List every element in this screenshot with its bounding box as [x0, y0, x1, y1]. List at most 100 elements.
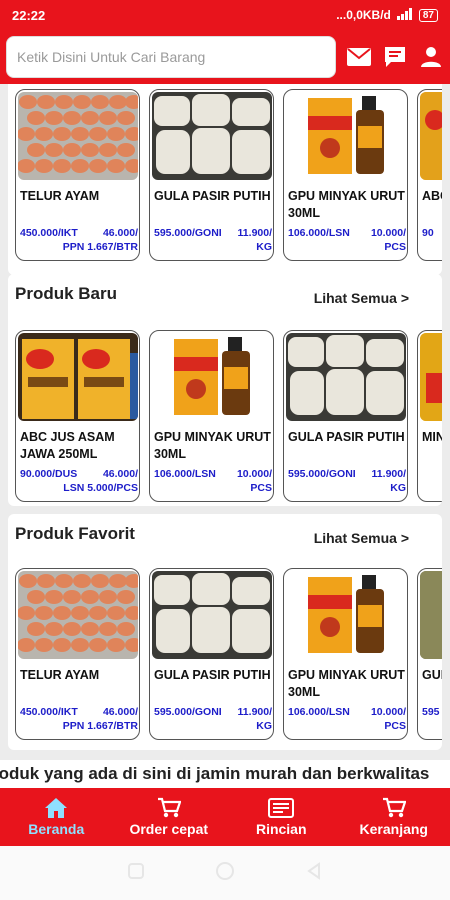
- product-image-gpu: [152, 333, 272, 421]
- product-image-eggs: [18, 571, 138, 659]
- system-navigation-bar: [0, 846, 450, 900]
- price-right: 11.900/: [237, 706, 272, 718]
- price-right: 10.000/: [370, 706, 406, 718]
- mail-icon[interactable]: [346, 44, 372, 70]
- nav-label: Order cepat: [129, 821, 209, 837]
- price-right: 46.000/: [102, 706, 138, 718]
- product-card[interactable]: GULA PASIR PUTIH 595.000/GONI 11.900/ KG: [149, 568, 274, 740]
- promo-marquee: roduk yang ada di sini di jamin murah da…: [0, 760, 450, 788]
- product-card[interactable]: GPU MINYAK URUT 30ML 106.000/LSN 10.000/ …: [283, 89, 408, 261]
- nav-order-cepat[interactable]: Order cepat: [113, 788, 226, 846]
- home-content[interactable]: TELUR AYAM 450.000/IKT 46.000/ PPN 1.667/…: [0, 84, 450, 788]
- product-card[interactable]: GPU MINYAK URUT 30ML 106.000/LSN 10.000/ …: [149, 330, 274, 502]
- home-icon: [45, 798, 68, 818]
- price-left: 595.000/GONI: [288, 468, 356, 480]
- cart-icon: [157, 797, 181, 818]
- product-name: GULA PASIR PUTIH: [154, 189, 271, 203]
- app-bar: [0, 30, 450, 84]
- product-row[interactable]: ABC JUS ASAM JAWA 250ML 90.000/DUS 46.000…: [15, 330, 442, 502]
- product-price: 90.000/DUS 46.000/ LSN 5.000/PCS: [20, 467, 138, 495]
- product-card[interactable]: ABC JAWA 90: [417, 89, 442, 261]
- product-name: TELUR AYAM: [20, 668, 100, 682]
- product-image-oil: [420, 333, 442, 421]
- price-left: 106.000/LSN: [154, 468, 216, 480]
- product-price: 106.000/LSN 10.000/ PCS: [154, 467, 272, 495]
- back-icon[interactable]: [304, 861, 324, 886]
- product-name: TELUR AYAM: [20, 189, 100, 203]
- product-card[interactable]: TELUR AYAM 450.000/IKT 46.000/ PPN 1.667/…: [15, 89, 140, 261]
- product-name: ABC JUS ASAM JAWA 250ML: [20, 430, 115, 461]
- price-left: 595.000/GONI: [154, 706, 222, 718]
- product-card[interactable]: MIN: [417, 330, 442, 502]
- home-button-icon[interactable]: [214, 860, 236, 887]
- product-image-sugar: [152, 92, 272, 180]
- price-line2: KG: [256, 720, 272, 732]
- section-header: Produk Favorit Lihat Semua >: [8, 514, 442, 560]
- section-top-products: TELUR AYAM 450.000/IKT 46.000/ PPN 1.667/…: [8, 84, 442, 275]
- product-card[interactable]: ABC JUS ASAM JAWA 250ML 90.000/DUS 46.000…: [15, 330, 140, 502]
- recents-icon[interactable]: [126, 861, 146, 886]
- product-name: GULA PASIR PUTIH: [288, 430, 405, 444]
- product-name: GULA PASIR PUTIH: [154, 668, 271, 682]
- see-all-link[interactable]: Lihat Semua >: [314, 290, 409, 306]
- section-title: Produk Favorit: [15, 524, 135, 543]
- price-left: 90.000/DUS: [20, 468, 78, 480]
- product-card[interactable]: TELUR AYAM 450.000/IKT 46.000/ PPN 1.667/…: [15, 568, 140, 740]
- price-left: 90: [422, 227, 434, 239]
- product-image-sack: [420, 571, 442, 659]
- price-line2: KG: [256, 241, 272, 253]
- signal-icon: [396, 7, 413, 23]
- section-title: Produk Baru: [15, 284, 118, 303]
- product-image-gpu: [286, 571, 406, 659]
- price-line2: PPN 1.667/BTR: [62, 720, 138, 732]
- receipt-icon: [268, 798, 295, 818]
- section-produk-baru: Produk Baru Lihat Semua > ABC JUS ASAM J…: [8, 274, 442, 506]
- product-card[interactable]: GULA PASIR PUTIH 595.000/GONI 11.900/ KG: [149, 89, 274, 261]
- price-line2: PCS: [384, 241, 406, 253]
- product-row[interactable]: TELUR AYAM 450.000/IKT 46.000/ PPN 1.667/…: [15, 568, 442, 740]
- price-line2: KG: [390, 482, 406, 494]
- product-row[interactable]: TELUR AYAM 450.000/IKT 46.000/ PPN 1.667/…: [15, 89, 442, 261]
- price-left: 106.000/LSN: [288, 706, 350, 718]
- nav-label: Keranjang: [359, 821, 428, 837]
- status-time: 22:22: [12, 7, 46, 23]
- nav-rincian[interactable]: Rincian: [225, 788, 338, 846]
- nav-beranda[interactable]: Beranda: [0, 788, 113, 846]
- price-right: 10.000/: [370, 227, 406, 239]
- see-all-link[interactable]: Lihat Semua >: [314, 530, 409, 546]
- product-name: MIN: [422, 430, 442, 444]
- product-price: 90: [422, 226, 442, 240]
- section-produk-favorit: Produk Favorit Lihat Semua > TELUR AYAM …: [8, 514, 442, 750]
- status-bar: 22:22 ...0,0KB/d 87: [0, 0, 450, 30]
- product-name: GPU MINYAK URUT 30ML: [288, 668, 405, 699]
- price-right: 10.000/: [236, 468, 272, 480]
- nav-label: Beranda: [28, 821, 85, 837]
- product-price: 595: [422, 705, 442, 719]
- price-right: 11.900/: [237, 227, 272, 239]
- basket-icon: [382, 797, 406, 818]
- product-image-abc: [420, 92, 442, 180]
- product-price: 106.000/LSN 10.000/ PCS: [288, 226, 406, 254]
- product-name: GUL KUI: [422, 668, 442, 682]
- price-line2: PPN 1.667/BTR: [62, 241, 138, 253]
- nav-label: Rincian: [255, 821, 307, 837]
- user-icon[interactable]: [418, 44, 444, 70]
- product-card[interactable]: GULA PASIR PUTIH 595.000/GONI 11.900/ KG: [283, 330, 408, 502]
- product-image-abc: [18, 333, 138, 421]
- nav-keranjang[interactable]: Keranjang: [338, 788, 450, 846]
- product-image-sugar: [286, 333, 406, 421]
- price-right: 46.000/: [102, 468, 138, 480]
- product-card[interactable]: GPU MINYAK URUT 30ML 106.000/LSN 10.000/ …: [283, 568, 408, 740]
- search-box[interactable]: [6, 36, 336, 78]
- section-header: Produk Baru Lihat Semua >: [8, 274, 442, 320]
- price-right: 11.900/: [371, 468, 406, 480]
- product-card[interactable]: GUL KUI 595: [417, 568, 442, 740]
- chat-icon[interactable]: [382, 44, 408, 70]
- product-price: 450.000/IKT 46.000/ PPN 1.667/BTR: [20, 705, 138, 733]
- network-speed: ...0,0KB/d: [336, 8, 391, 22]
- marquee-text: roduk yang ada di sini di jamin murah da…: [0, 764, 430, 783]
- product-image-eggs: [18, 92, 138, 180]
- search-input[interactable]: [17, 49, 335, 65]
- price-line2: LSN 5.000/PCS: [63, 482, 138, 494]
- price-left: 450.000/IKT: [20, 227, 78, 239]
